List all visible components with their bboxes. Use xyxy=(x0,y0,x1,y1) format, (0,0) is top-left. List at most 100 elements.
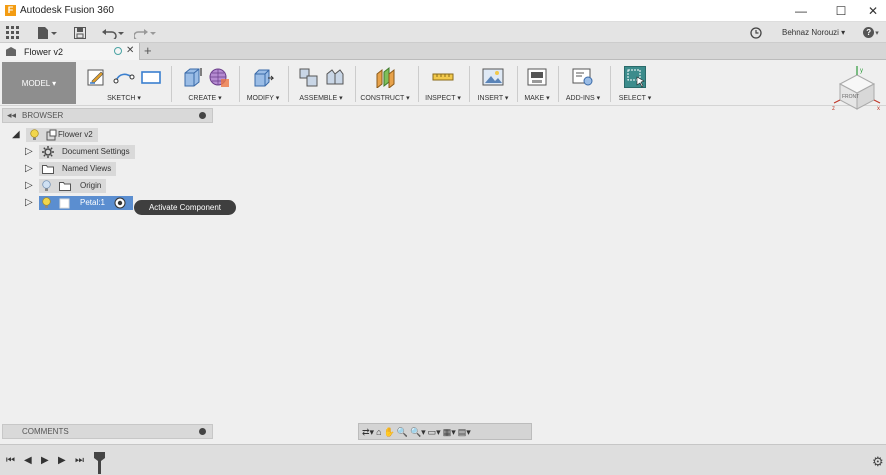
extrude-icon[interactable] xyxy=(181,66,203,88)
quick-access-toolbar: Behnaz Norouzi ▾ ? ▾ xyxy=(0,22,886,43)
comments-title: COMMENTS xyxy=(22,427,69,436)
joint-icon[interactable] xyxy=(324,66,346,88)
construct-group[interactable]: CONSTRUCT ▾ xyxy=(356,62,414,104)
go-to-end-icon[interactable]: ⏭ xyxy=(75,455,84,466)
browser-panel-header[interactable]: ◂◂ BROWSER xyxy=(2,108,213,123)
design-document-icon xyxy=(6,47,16,56)
folder-icon xyxy=(42,165,54,174)
sketch-group[interactable]: SKETCH ▾ xyxy=(80,62,168,104)
play-icon[interactable]: ▶ xyxy=(41,455,49,466)
mesh-sphere-icon[interactable] xyxy=(208,66,230,88)
help-menu-icon[interactable]: ? ▾ xyxy=(861,25,881,40)
orbit-icon[interactable]: ⇄▾ xyxy=(362,425,374,439)
scripts-icon[interactable] xyxy=(572,66,594,88)
expand-arrow-icon[interactable]: ◢ xyxy=(12,129,20,140)
activate-component-radio-icon[interactable] xyxy=(114,197,126,209)
make-group-label: MAKE ▾ xyxy=(524,95,550,102)
navigation-bar: ⇄▾ ⌂ ✋ 🔍 🔍▾ ▭▾ ▦▾ ▤▾ xyxy=(358,423,532,440)
viewcube-face-label: FRONT xyxy=(842,94,859,100)
measure-icon[interactable] xyxy=(432,66,454,88)
document-tab-label: Flower v2 xyxy=(24,47,64,57)
job-status-clock-icon[interactable] xyxy=(749,25,763,40)
close-tab-button[interactable]: ✕ xyxy=(126,45,134,56)
line-icon[interactable] xyxy=(113,66,135,88)
minimize-button[interactable]: — xyxy=(787,3,815,19)
expand-arrow-icon[interactable]: ▷ xyxy=(25,146,33,157)
select-icon[interactable] xyxy=(624,66,646,88)
workspace-switcher[interactable]: MODEL ▾ xyxy=(2,62,76,104)
browser-pin-icon[interactable] xyxy=(199,112,206,119)
maximize-button[interactable]: ☐ xyxy=(827,3,855,19)
visibility-bulb-icon[interactable] xyxy=(30,129,39,141)
step-back-icon[interactable]: ◀ xyxy=(24,455,32,466)
visibility-bulb-icon[interactable] xyxy=(42,197,51,209)
inspect-group-label: INSPECT ▾ xyxy=(425,95,461,102)
activate-component-tooltip: Activate Component xyxy=(134,200,236,215)
document-tab-strip: Flower v2 ✕ + xyxy=(0,43,886,60)
rectangle-icon[interactable] xyxy=(140,66,162,88)
fit-zoom-icon[interactable]: 🔍▾ xyxy=(410,425,426,439)
redo-icon[interactable] xyxy=(133,25,157,40)
component-icon xyxy=(46,129,57,141)
toolbar-divider xyxy=(171,66,172,102)
document-tab[interactable]: Flower v2 ✕ xyxy=(0,43,140,60)
folder-icon xyxy=(59,182,71,191)
timeline-marker-icon[interactable] xyxy=(94,452,105,474)
collapse-browser-icon[interactable]: ◂◂ xyxy=(7,110,16,121)
data-panel-grid-icon[interactable] xyxy=(5,25,20,40)
title-bar: F Autodesk Fusion 360 — ☐ ✕ xyxy=(0,0,886,22)
expand-arrow-icon[interactable]: ▷ xyxy=(25,180,33,191)
tree-item-origin[interactable]: ▷ Origin xyxy=(25,179,215,193)
3d-print-icon[interactable] xyxy=(526,66,548,88)
tree-item-named-views[interactable]: ▷ Named Views xyxy=(25,162,215,176)
comments-pin-icon[interactable] xyxy=(199,428,206,435)
expand-arrow-icon[interactable]: ▷ xyxy=(25,163,33,174)
new-component-icon[interactable] xyxy=(297,66,319,88)
visibility-bulb-icon[interactable] xyxy=(42,180,51,192)
sketch-group-label: SKETCH ▾ xyxy=(107,95,141,102)
add-ins-group[interactable]: ADD-INS ▾ xyxy=(560,62,606,104)
construct-group-label: CONSTRUCT ▾ xyxy=(360,95,410,102)
select-group-label: SELECT ▾ xyxy=(618,95,652,102)
ribbon-toolbar: MODEL ▾ SKETCH ▾ CREATE ▾ MODIFY ▾ ASSEM… xyxy=(0,60,886,106)
insert-group[interactable]: INSERT ▾ xyxy=(471,62,515,104)
undo-icon[interactable] xyxy=(101,25,125,40)
make-group[interactable]: MAKE ▾ xyxy=(519,62,555,104)
toolbar-divider xyxy=(418,66,419,102)
go-to-start-icon[interactable]: ⏮ xyxy=(6,455,15,466)
look-at-icon[interactable]: ⌂ xyxy=(376,425,381,439)
zoom-icon[interactable]: 🔍 xyxy=(397,425,408,439)
user-account-menu[interactable]: Behnaz Norouzi ▾ xyxy=(782,28,845,37)
tree-item-document-settings[interactable]: ▷ Document Settings xyxy=(25,145,215,159)
grid-settings-icon[interactable]: ▦▾ xyxy=(443,425,456,439)
comments-panel-header[interactable]: COMMENTS xyxy=(2,424,213,439)
toolbar-divider xyxy=(610,66,611,102)
close-window-button[interactable]: ✕ xyxy=(859,3,886,19)
toolbar-divider xyxy=(517,66,518,102)
modify-group[interactable]: MODIFY ▾ xyxy=(241,62,285,104)
new-tab-button[interactable]: + xyxy=(144,43,152,58)
expand-arrow-icon[interactable]: ▷ xyxy=(25,197,33,208)
create-group[interactable]: CREATE ▾ xyxy=(174,62,236,104)
tree-item-root[interactable]: ◢ Flower v2 xyxy=(12,128,212,142)
sync-status-icon xyxy=(114,47,122,55)
step-forward-icon[interactable]: ▶ xyxy=(58,455,66,466)
select-group[interactable]: SELECT ▾ xyxy=(613,62,657,104)
inspect-group[interactable]: INSPECT ▾ xyxy=(420,62,466,104)
sketch-icon[interactable] xyxy=(86,66,108,88)
file-menu-icon[interactable] xyxy=(36,25,58,40)
timeline-settings-gear-icon[interactable]: ⚙ xyxy=(872,454,884,470)
viewcube[interactable]: FRONT y z x xyxy=(832,66,882,112)
pan-hand-icon[interactable]: ✋ xyxy=(384,425,395,439)
gear-icon xyxy=(42,146,54,158)
viewcube-z-label: z xyxy=(832,106,835,112)
display-settings-icon[interactable]: ▭▾ xyxy=(428,425,441,439)
press-pull-icon[interactable] xyxy=(252,66,275,88)
viewports-icon[interactable]: ▤▾ xyxy=(458,425,471,439)
timeline-bar: ⏮ ◀ ▶ ▶ ⏭ ⚙ xyxy=(0,444,886,475)
offset-plane-icon[interactable] xyxy=(374,66,396,90)
insert-image-icon[interactable] xyxy=(482,66,504,88)
window-title: Autodesk Fusion 360 xyxy=(20,5,114,16)
assemble-group[interactable]: ASSEMBLE ▾ xyxy=(290,62,352,104)
save-icon[interactable] xyxy=(73,25,87,40)
